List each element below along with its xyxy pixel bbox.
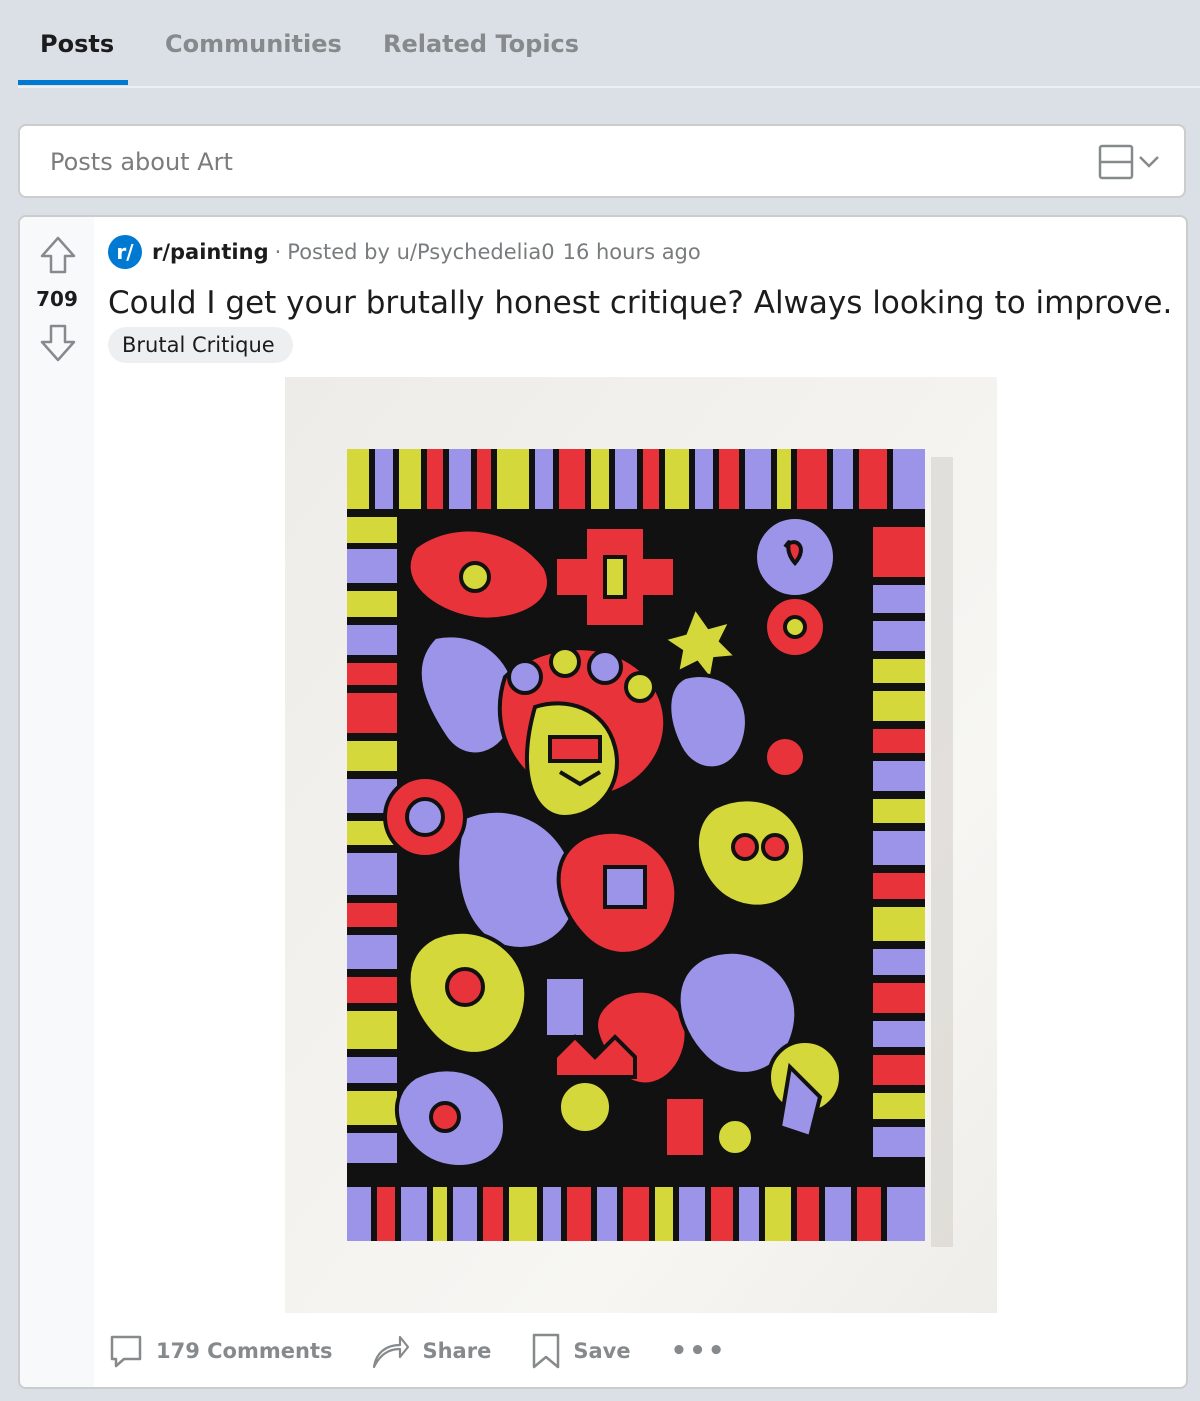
tab-related-topics[interactable]: Related Topics <box>383 30 579 58</box>
post-time: 16 hours ago <box>562 240 701 264</box>
post-actions: 179 Comments Share Save ••• <box>108 1329 726 1373</box>
save-label: Save <box>573 1339 631 1363</box>
more-options-button[interactable]: ••• <box>671 1336 727 1366</box>
tab-posts[interactable]: Posts <box>40 30 114 58</box>
comment-icon <box>110 1335 142 1368</box>
active-tab-indicator <box>18 80 128 85</box>
layout-toggle-button[interactable] <box>1098 144 1162 180</box>
post-flair[interactable]: Brutal Critique <box>108 327 293 363</box>
share-icon <box>373 1335 410 1369</box>
post-image[interactable] <box>285 377 997 1313</box>
meta-separator: · <box>274 240 282 264</box>
share-label: Share <box>422 1339 492 1363</box>
post-card[interactable]: 709 r/ r/painting · Posted by u/Psychede… <box>18 215 1188 1389</box>
vote-column: 709 <box>20 217 94 1387</box>
vote-score: 709 <box>36 287 78 311</box>
post-meta: r/ r/painting · Posted by u/Psychedelia0… <box>108 235 701 269</box>
posted-by[interactable]: Posted by u/Psychedelia0 <box>287 240 554 264</box>
save-button[interactable]: Save <box>531 1332 631 1370</box>
share-button[interactable]: Share <box>372 1333 491 1369</box>
subreddit-avatar[interactable]: r/ <box>108 235 142 269</box>
abstract-painting-image <box>285 377 997 1313</box>
comments-button[interactable]: 179 Comments <box>108 1333 332 1369</box>
comments-count: 179 Comments <box>156 1339 333 1363</box>
tab-communities[interactable]: Communities <box>165 30 342 58</box>
posts-about-label: Posts about Art <box>50 148 233 176</box>
chevron-down-icon <box>1139 156 1159 168</box>
posts-about-header: Posts about Art <box>18 124 1186 198</box>
downvote-icon[interactable] <box>38 323 78 363</box>
post-title[interactable]: Could I get your brutally honest critiqu… <box>108 285 1172 321</box>
upvote-icon[interactable] <box>38 235 78 275</box>
bookmark-icon <box>533 1333 560 1369</box>
search-tabs: Posts Communities Related Topics <box>18 0 1200 88</box>
subreddit-link[interactable]: r/painting <box>152 240 269 264</box>
